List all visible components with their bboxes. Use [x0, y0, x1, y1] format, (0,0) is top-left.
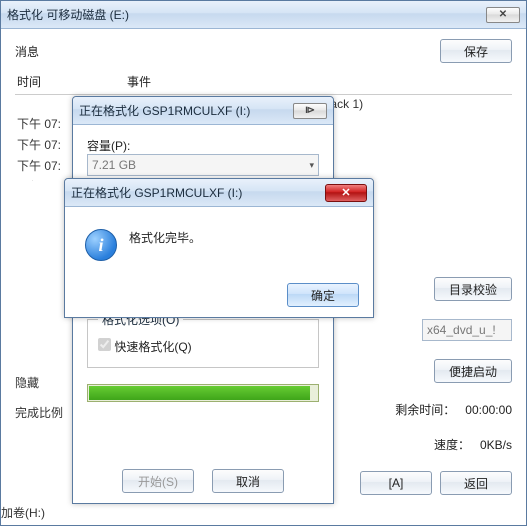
return-button[interactable]: 返回	[440, 471, 512, 495]
capacity-label: 容量(P):	[87, 139, 130, 153]
dialog-message: 格式化完毕。	[129, 229, 201, 246]
speed-label: 速度：	[434, 436, 470, 453]
a-button[interactable]: [A]	[360, 471, 432, 495]
remaining-time-label: 剩余时间：	[395, 401, 455, 418]
speed-value: 0KB/s	[480, 438, 512, 452]
hidden-label: 隐藏	[15, 374, 39, 391]
close-icon[interactable]: ✕	[486, 7, 520, 23]
save-button[interactable]: 保存	[440, 39, 512, 63]
remaining-time-value: 00:00:00	[465, 403, 512, 417]
add-volume-label: 加卷(H:)	[1, 504, 45, 521]
verify-button[interactable]: 目录校验	[434, 277, 512, 301]
main-title: 格式化 可移动磁盘 (E:)	[7, 6, 486, 23]
col-time: 时间	[17, 73, 127, 90]
message-label: 消息	[15, 43, 39, 60]
format-window-title: 正在格式化 GSP1RMCULXF (I:)	[79, 102, 293, 119]
quick-format-checkbox[interactable]	[98, 338, 111, 351]
progress-bar	[87, 384, 319, 402]
close-icon[interactable]: ✕	[325, 184, 367, 202]
info-icon: i	[85, 229, 117, 261]
ok-button[interactable]: 确定	[287, 283, 359, 307]
cancel-button[interactable]: 取消	[212, 469, 284, 493]
quick-format-option[interactable]: 快速格式化(Q)	[98, 340, 192, 354]
capacity-combo[interactable]: 7.21 GB ▾	[87, 154, 319, 176]
quick-boot-button[interactable]: 便捷启动	[434, 359, 512, 383]
close-icon[interactable]: ⧐	[293, 103, 327, 119]
dialog-title: 正在格式化 GSP1RMCULXF (I:)	[71, 184, 325, 201]
col-event: 事件	[127, 73, 151, 90]
chevron-down-icon: ▾	[309, 160, 314, 171]
complete-ratio-label: 完成比例	[15, 404, 63, 421]
fragment-field	[422, 319, 512, 341]
start-button: 开始(S)	[122, 469, 194, 493]
